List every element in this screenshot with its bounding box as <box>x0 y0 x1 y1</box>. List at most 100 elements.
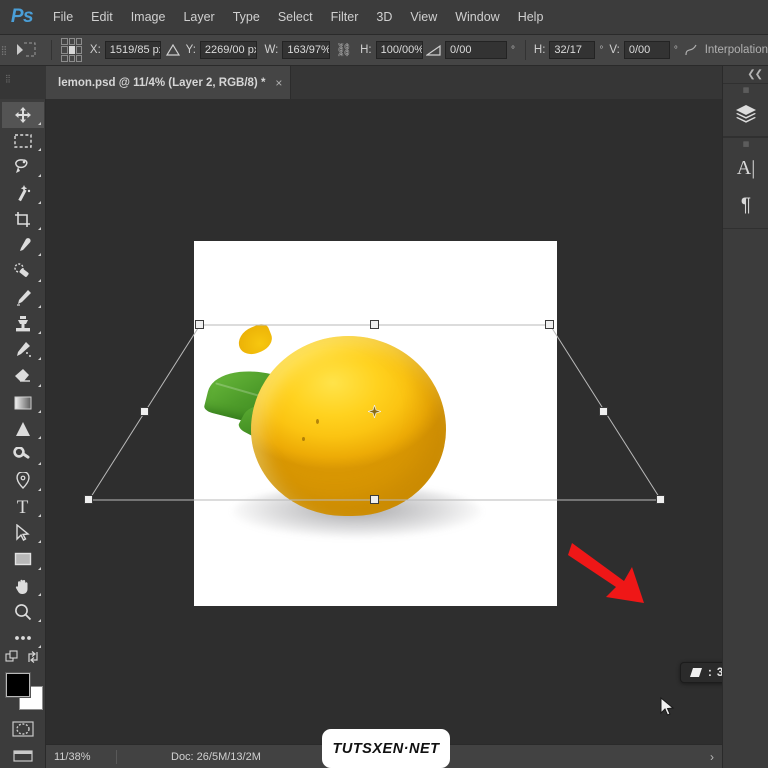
tab-bar-grip[interactable]: ⣿ <box>5 75 11 91</box>
lemon-image <box>251 336 446 516</box>
bottom-center-handle[interactable] <box>370 495 379 504</box>
layers-dock-grip[interactable]: ▦ <box>723 84 768 95</box>
type-tool[interactable]: T <box>2 494 44 520</box>
height-input[interactable]: 100/00% <box>375 41 423 59</box>
width-input[interactable]: 163/97% <box>282 41 330 59</box>
character-panel-icon[interactable]: A| <box>723 149 768 187</box>
history-brush-tool[interactable] <box>2 337 44 363</box>
skew-v-unit: ° <box>673 44 678 56</box>
blur-tool[interactable] <box>2 416 44 442</box>
pen-tool[interactable] <box>2 468 44 494</box>
skew-parallelogram-icon <box>690 668 702 677</box>
zoom-level[interactable]: 11/38% <box>46 751 116 763</box>
brush-tool[interactable] <box>2 285 44 311</box>
default-colors-icon[interactable] <box>5 650 19 669</box>
artboard[interactable] <box>194 241 557 606</box>
zoom-tool[interactable] <box>2 599 44 625</box>
skew-h-unit: ° <box>599 44 604 56</box>
skew-v-input[interactable]: 0/00 <box>623 41 670 59</box>
collapse-panels-icon[interactable]: ❮❮ <box>723 66 768 83</box>
skew-v-label: V: <box>609 44 620 56</box>
edit-toolbar-tool[interactable] <box>2 625 44 651</box>
quick-mask-icon[interactable] <box>2 716 44 742</box>
skew-h-input[interactable]: 32/17 <box>549 41 596 59</box>
top-center-handle[interactable] <box>370 320 379 329</box>
triangle-delta-icon[interactable] <box>161 35 183 66</box>
options-separator-1 <box>50 40 52 60</box>
interpolation-label[interactable]: Interpolation <box>705 44 768 56</box>
spot-healing-brush-tool[interactable] <box>2 259 44 285</box>
bottom-right-handle[interactable] <box>656 495 665 504</box>
hand-tool[interactable] <box>2 573 44 599</box>
middle-right-handle[interactable] <box>599 407 608 416</box>
menu-3d[interactable]: 3D <box>367 0 401 35</box>
layers-panel-icon[interactable] <box>723 95 768 133</box>
menu-filter[interactable]: Filter <box>322 0 368 35</box>
x-label: X: <box>89 44 101 56</box>
lemon-speck <box>302 437 305 441</box>
menu-layer[interactable]: Layer <box>174 0 223 35</box>
path-selection-tool[interactable] <box>2 520 44 546</box>
canvas-area[interactable]: : 32/2° <box>46 99 722 744</box>
document-tab[interactable]: lemon.psd @ 11/4% (Layer 2, RGB/8) * × <box>46 66 292 99</box>
screen-mode-icon[interactable] <box>2 742 44 768</box>
tools-panel: T <box>0 99 46 768</box>
rotation-unit: ° <box>511 44 516 56</box>
menu-help[interactable]: Help <box>509 0 553 35</box>
skew-tooltip: : 32/2° <box>680 662 722 683</box>
free-transform-icon[interactable] <box>7 35 45 66</box>
document-tab-title: lemon.psd @ 11/4% (Layer 2, RGB/8) * <box>58 76 266 89</box>
lemon-tip <box>234 321 276 359</box>
layers-dock-group: ▦ <box>723 83 768 137</box>
h-label: H: <box>360 44 372 56</box>
options-separator-2 <box>525 40 526 60</box>
move-tool[interactable] <box>1 102 44 129</box>
menu-select[interactable]: Select <box>269 0 322 35</box>
x-input[interactable]: 1519/85 px <box>104 41 162 59</box>
magic-wand-tool[interactable] <box>2 180 44 206</box>
crop-tool[interactable] <box>2 207 44 233</box>
menu-window[interactable]: Window <box>446 0 508 35</box>
lemon-speck <box>316 419 319 424</box>
color-controls <box>2 650 44 669</box>
rotate-angle-icon[interactable] <box>423 35 445 66</box>
rotation-input[interactable]: 0/00 <box>445 41 508 59</box>
menu-file[interactable]: File <box>44 0 82 35</box>
lasso-tool[interactable] <box>2 154 44 180</box>
type-dock-grip[interactable]: ▦ <box>723 138 768 149</box>
menu-edit[interactable]: Edit <box>82 0 122 35</box>
paragraph-panel-icon[interactable]: ¶ <box>723 187 768 225</box>
right-dock: ❮❮ ▦ ▦ A| ¶ <box>722 66 768 768</box>
reference-point-grid[interactable] <box>61 38 82 62</box>
skew-tooltip-separator: : <box>708 666 712 679</box>
skew-h-label: H: <box>533 44 546 56</box>
y-input[interactable]: 2269/00 px <box>199 41 257 59</box>
menu-view[interactable]: View <box>401 0 446 35</box>
options-bar-grip[interactable]: ⣿ <box>0 35 8 66</box>
bottom-left-handle[interactable] <box>84 495 93 504</box>
middle-left-handle[interactable] <box>140 407 149 416</box>
rectangular-marquee-tool[interactable] <box>2 128 44 154</box>
annotation-arrow-icon <box>568 543 644 603</box>
w-label: W: <box>264 44 279 56</box>
photoshop-logo: Ps <box>10 6 34 27</box>
status-expand-arrow-icon[interactable]: › <box>710 750 722 764</box>
gradient-tool[interactable] <box>2 390 44 416</box>
color-swatches <box>2 671 44 710</box>
watermark: TUTSXEN·NET <box>322 729 450 768</box>
reference-point-marker[interactable] <box>368 405 381 418</box>
foreground-color-swatch[interactable] <box>5 672 30 697</box>
dodge-tool[interactable] <box>2 442 44 468</box>
eraser-tool[interactable] <box>2 363 44 389</box>
menu-image[interactable]: Image <box>122 0 175 35</box>
menu-type[interactable]: Type <box>224 0 269 35</box>
rectangle-tool[interactable] <box>2 546 44 572</box>
interpolation-icon[interactable] <box>682 35 701 66</box>
top-left-handle[interactable] <box>195 320 204 329</box>
swap-colors-icon[interactable] <box>26 650 40 669</box>
eyedropper-tool[interactable] <box>2 233 44 259</box>
close-icon[interactable]: × <box>275 76 282 90</box>
clone-stamp-tool[interactable] <box>2 311 44 337</box>
top-right-handle[interactable] <box>545 320 554 329</box>
link-chain-icon[interactable]: ⛓ <box>336 42 353 58</box>
